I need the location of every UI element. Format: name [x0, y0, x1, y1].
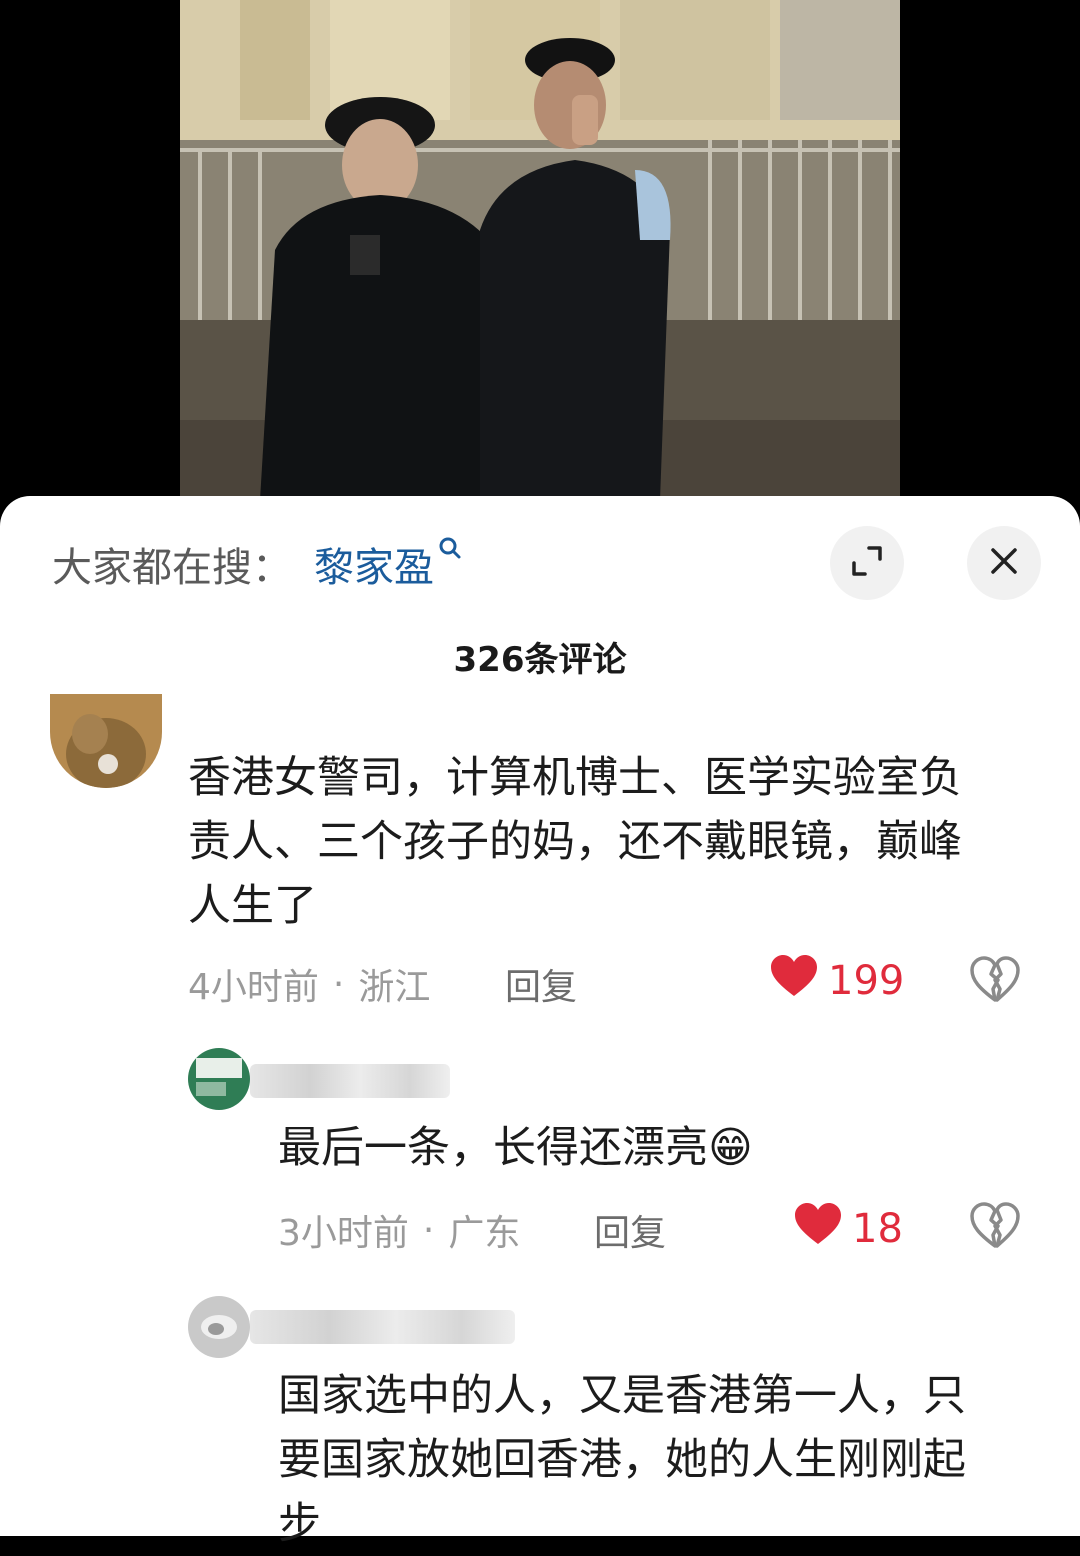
reply-meta: 3小时前 · 广东: [278, 1204, 520, 1256]
broken-heart-icon: [970, 956, 1020, 1006]
comment-text: 香港女警司，计算机博士、医学实验室负 责人、三个孩子的妈，还不戴眼镜，巅峰 人生…: [188, 746, 1048, 938]
meta-separator: ·: [332, 963, 345, 1005]
avatar[interactable]: [188, 1296, 250, 1358]
comment-count-title: 326条评论: [453, 640, 627, 680]
like-button[interactable]: 199: [770, 954, 904, 1008]
reply-line: 要国家放她回香港，她的人生刚刚起: [278, 1435, 966, 1485]
dislike-button[interactable]: [970, 1202, 1020, 1252]
heart-icon: [770, 954, 828, 1008]
expand-button[interactable]: [830, 526, 904, 600]
avatar[interactable]: [188, 1048, 250, 1110]
reply-line: 国家选中的人，又是香港第一人，只: [278, 1371, 966, 1421]
reply-text: 最后一条，长得还漂亮😁: [278, 1123, 753, 1173]
reply-time: 3小时前: [278, 1213, 409, 1254]
close-icon: [988, 545, 1020, 581]
trending-search-prefix: 大家都在搜：: [52, 545, 292, 591]
like-button[interactable]: 18: [794, 1202, 903, 1256]
broken-heart-icon: [970, 1202, 1020, 1252]
heart-icon: [794, 1202, 852, 1256]
close-button[interactable]: [967, 526, 1041, 600]
trending-search-term[interactable]: 黎家盈: [314, 535, 434, 593]
blurred-username: [250, 1064, 450, 1098]
like-count: 199: [828, 958, 905, 1004]
comment-sheet: 大家都在搜： 黎家盈 326条评论 香港女警司，计算机博士、医学实验室负 责人、…: [0, 496, 1080, 1549]
reply-location: 广东: [448, 1213, 521, 1254]
video-player[interactable]: [180, 0, 900, 500]
comment-line: 香港女警司，计算机博士、医学实验室负: [188, 753, 962, 803]
video-frame-illustration: [180, 0, 900, 500]
like-count: 18: [852, 1206, 903, 1252]
comment-meta: 4小时前 · 浙江: [188, 958, 430, 1010]
comment-location: 浙江: [358, 967, 431, 1008]
reply-text: 国家选中的人，又是香港第一人，只 要国家放她回香港，她的人生刚刚起 步: [278, 1364, 1038, 1556]
expand-icon: [849, 543, 885, 583]
trending-search-bar[interactable]: 大家都在搜： 黎家盈: [52, 534, 462, 594]
search-icon: [438, 536, 462, 564]
avatar[interactable]: [50, 694, 162, 788]
reply-button[interactable]: 回复: [594, 1204, 666, 1256]
dislike-button[interactable]: [970, 956, 1020, 1006]
comment-line: 人生了: [188, 881, 317, 931]
reply-line: 步: [278, 1499, 321, 1549]
meta-separator: ·: [422, 1209, 435, 1251]
comment-time: 4小时前: [188, 967, 319, 1008]
comment-line: 责人、三个孩子的妈，还不戴眼镜，巅峰: [188, 817, 962, 867]
blurred-username: [250, 1310, 515, 1344]
reply-button[interactable]: 回复: [505, 958, 577, 1010]
